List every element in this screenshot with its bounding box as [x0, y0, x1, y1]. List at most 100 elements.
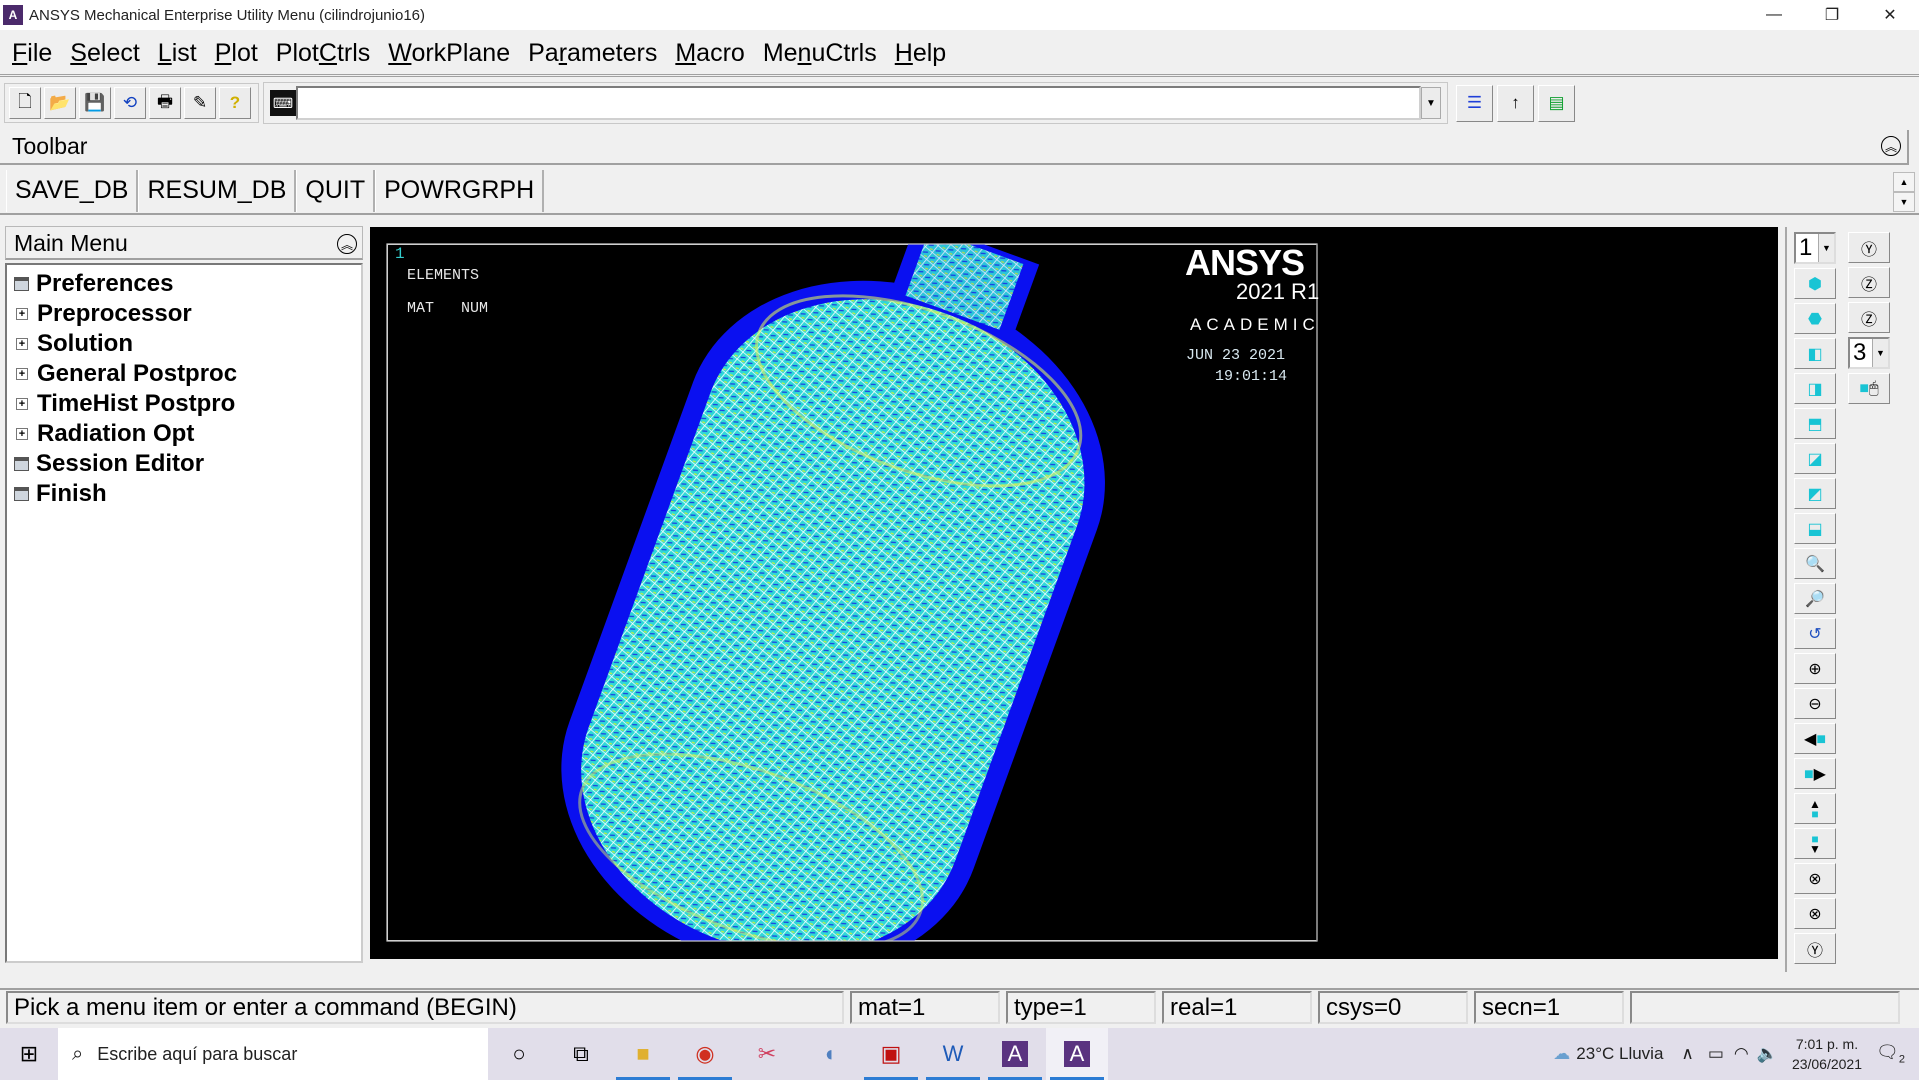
- toggle-toolbar-button[interactable]: ☰: [1456, 84, 1493, 122]
- menu-item-general-postproc[interactable]: + General Postproc: [7, 359, 361, 389]
- taskbar-word[interactable]: W: [922, 1028, 984, 1080]
- powrgrph-button[interactable]: POWRGRPH: [375, 169, 545, 212]
- oblique-view-button[interactable]: ⬣: [1794, 303, 1836, 334]
- pan-down-button[interactable]: ■ ▼: [1794, 828, 1836, 859]
- wifi-icon[interactable]: ◠: [1734, 1044, 1749, 1064]
- expand-icon[interactable]: +: [16, 398, 28, 410]
- toolbar-scrollbar[interactable]: ▲ ▼: [1893, 172, 1915, 212]
- quit-button[interactable]: QUIT: [296, 169, 376, 212]
- rotation-step-dropdown[interactable]: 3 ▼: [1848, 337, 1890, 369]
- chevron-down-icon: ▼: [1818, 234, 1834, 262]
- weather-text[interactable]: 23°C Lluvia: [1576, 1044, 1663, 1064]
- meet-now-icon[interactable]: ▭: [1708, 1044, 1724, 1064]
- clock[interactable]: 7:01 p. m. 23/06/2021: [1792, 1034, 1862, 1074]
- notifications-icon[interactable]: 🗨2: [1876, 1042, 1905, 1066]
- start-button[interactable]: ⊞: [0, 1028, 58, 1080]
- back-view-button[interactable]: ◪: [1794, 443, 1836, 474]
- rotate-x-minus-button[interactable]: ⊗: [1794, 898, 1836, 929]
- task-view-button[interactable]: ⧉: [550, 1028, 612, 1080]
- bottom-view-button[interactable]: ⬓: [1794, 513, 1836, 544]
- taskbar-ansys-1[interactable]: A: [984, 1028, 1046, 1080]
- taskbar-search[interactable]: ⌕ Escribe aquí para buscar: [58, 1028, 488, 1080]
- expand-icon[interactable]: +: [16, 338, 28, 350]
- pan-up-button[interactable]: ▲ ■: [1794, 793, 1836, 824]
- taskbar-ansys-2[interactable]: A: [1046, 1028, 1108, 1080]
- window-select-dropdown[interactable]: 1 ▼: [1794, 232, 1836, 264]
- taskbar-explorer[interactable]: ■: [612, 1028, 674, 1080]
- menu-file[interactable]: File: [12, 39, 52, 68]
- save-db-button[interactable]: SAVE_DB: [6, 169, 139, 212]
- taskbar-chrome[interactable]: ◉: [674, 1028, 736, 1080]
- zoom-back-button[interactable]: ↺: [1794, 618, 1836, 649]
- raise-hidden-button[interactable]: ↑: [1497, 84, 1534, 122]
- command-input[interactable]: [296, 86, 1421, 120]
- taskbar-app-viewer[interactable]: ◖: [798, 1028, 860, 1080]
- menu-list[interactable]: List: [158, 39, 197, 68]
- menu-item-preprocessor[interactable]: + Preprocessor: [7, 299, 361, 329]
- zoom-in-button[interactable]: ⊕: [1794, 653, 1836, 684]
- scroll-down-icon[interactable]: ▼: [1893, 192, 1915, 212]
- taskbar-acrobat[interactable]: ▣: [860, 1028, 922, 1080]
- rotate-z-minus-button[interactable]: Ⓩ: [1848, 302, 1890, 333]
- new-file-button[interactable]: 🗋: [9, 87, 41, 119]
- menu-item-session-editor[interactable]: Session Editor: [7, 449, 361, 479]
- left-view-button[interactable]: ◩: [1794, 478, 1836, 509]
- rotate-x-plus-button[interactable]: ⊗: [1794, 863, 1836, 894]
- front-view-button[interactable]: ◧: [1794, 338, 1836, 369]
- menu-item-label: General Postproc: [37, 360, 238, 387]
- menu-help[interactable]: Help: [895, 39, 946, 68]
- rotate-z-plus-button[interactable]: Ⓩ: [1848, 267, 1890, 298]
- dynamic-mode-button[interactable]: ■🖱: [1848, 373, 1890, 404]
- collapse-toolbar-icon[interactable]: ︽: [1881, 136, 1901, 156]
- help-button[interactable]: ?: [219, 87, 251, 119]
- close-button[interactable]: ✕: [1861, 0, 1919, 30]
- pan-left-button[interactable]: ◀■: [1794, 723, 1836, 754]
- menu-workplane[interactable]: WorkPlane: [388, 39, 510, 68]
- resume-button[interactable]: ⟲: [114, 87, 146, 119]
- ansys-icon: A: [1063, 1041, 1091, 1067]
- zoom-button[interactable]: 🔍: [1794, 548, 1836, 579]
- expand-icon[interactable]: +: [16, 368, 28, 380]
- cortana-button[interactable]: ○: [488, 1028, 550, 1080]
- print-button[interactable]: 🖶: [149, 87, 181, 119]
- rotate-y-plus-button[interactable]: Ⓨ: [1848, 232, 1890, 263]
- taskbar-snipping[interactable]: ✂: [736, 1028, 798, 1080]
- volume-icon[interactable]: 🔈: [1757, 1044, 1778, 1064]
- contact-manager-button[interactable]: ▤: [1538, 84, 1575, 122]
- menu-item-finish[interactable]: Finish: [7, 479, 361, 509]
- box-zoom-button[interactable]: 🔎: [1794, 583, 1836, 614]
- restore-button[interactable]: ❐: [1803, 0, 1861, 30]
- menu-menuctrls[interactable]: MenuCtrls: [763, 39, 877, 68]
- pan-right-button[interactable]: ■▶: [1794, 758, 1836, 789]
- isometric-view-button[interactable]: ⬢: [1794, 268, 1836, 299]
- menu-plot[interactable]: Plot: [215, 39, 258, 68]
- resum-db-button[interactable]: RESUM_DB: [138, 169, 297, 212]
- rotate-z-minus-icon: Ⓩ: [1860, 311, 1877, 329]
- menu-item-preferences[interactable]: Preferences: [7, 269, 361, 299]
- menu-select[interactable]: Select: [70, 39, 140, 68]
- collapse-main-menu-icon[interactable]: ︽: [337, 234, 357, 254]
- scroll-up-icon[interactable]: ▲: [1893, 172, 1915, 192]
- show-hidden-icons-icon[interactable]: ∧: [1681, 1044, 1693, 1064]
- zoom-out-button[interactable]: ⊖: [1794, 688, 1836, 719]
- menu-item-radiation-opt[interactable]: + Radiation Opt: [7, 419, 361, 449]
- menu-item-solution[interactable]: + Solution: [7, 329, 361, 359]
- menu-parameters[interactable]: Parameters: [528, 39, 657, 68]
- top-view-button[interactable]: ⬒: [1794, 408, 1836, 439]
- graphics-window[interactable]: 1 ELEMENTS MAT NUM ANSYS 2021 R1 ACADEMI…: [370, 227, 1778, 959]
- save-button[interactable]: 💾: [79, 87, 111, 119]
- acrobat-icon: ▣: [880, 1041, 902, 1066]
- expand-icon[interactable]: +: [16, 308, 28, 320]
- expand-icon[interactable]: +: [16, 428, 28, 440]
- rotate-y-minus-button[interactable]: Ⓨ: [1794, 933, 1836, 964]
- minimize-button[interactable]: —: [1745, 0, 1803, 30]
- menu-macro[interactable]: Macro: [675, 39, 744, 68]
- menu-plotctrls[interactable]: PlotCtrls: [276, 39, 370, 68]
- open-button[interactable]: 📂: [44, 87, 76, 119]
- menu-item-timehist-postpro[interactable]: + TimeHist Postpro: [7, 389, 361, 419]
- report-button[interactable]: ✎: [184, 87, 216, 119]
- menu-item-label: Preferences: [36, 270, 174, 297]
- right-view-button[interactable]: ◨: [1794, 373, 1836, 404]
- command-history-dropdown[interactable]: ▼: [1421, 87, 1441, 119]
- menu-item-label: Radiation Opt: [37, 420, 195, 447]
